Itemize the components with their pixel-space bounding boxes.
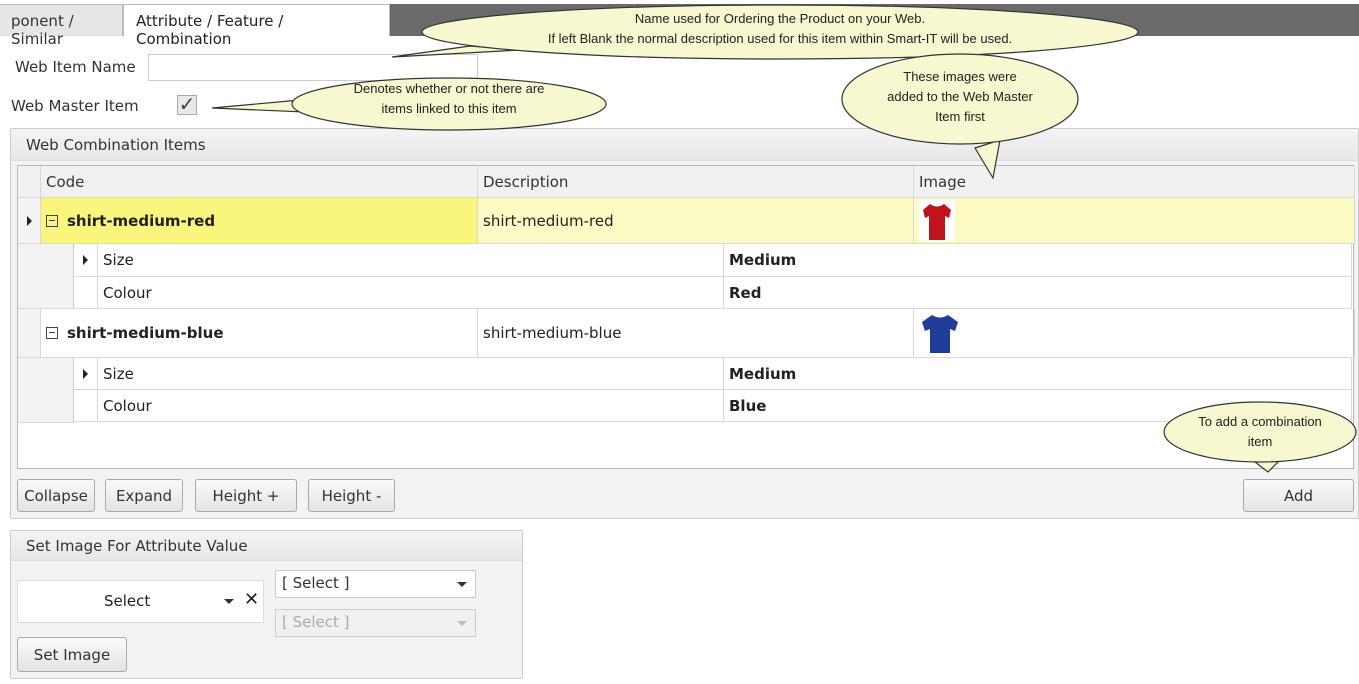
callout-web-name-text: Name used for Ordering the Product on yo… xyxy=(547,11,1013,46)
callout-shapes xyxy=(211,4,1357,473)
callout-images-text: These images were added to the Web Master… xyxy=(887,69,1033,124)
callout-tail xyxy=(974,139,1001,180)
callout-add-text: To add a combination item xyxy=(1198,414,1322,449)
callout-master-item-text: Denotes whether or not there are items li… xyxy=(353,81,545,116)
